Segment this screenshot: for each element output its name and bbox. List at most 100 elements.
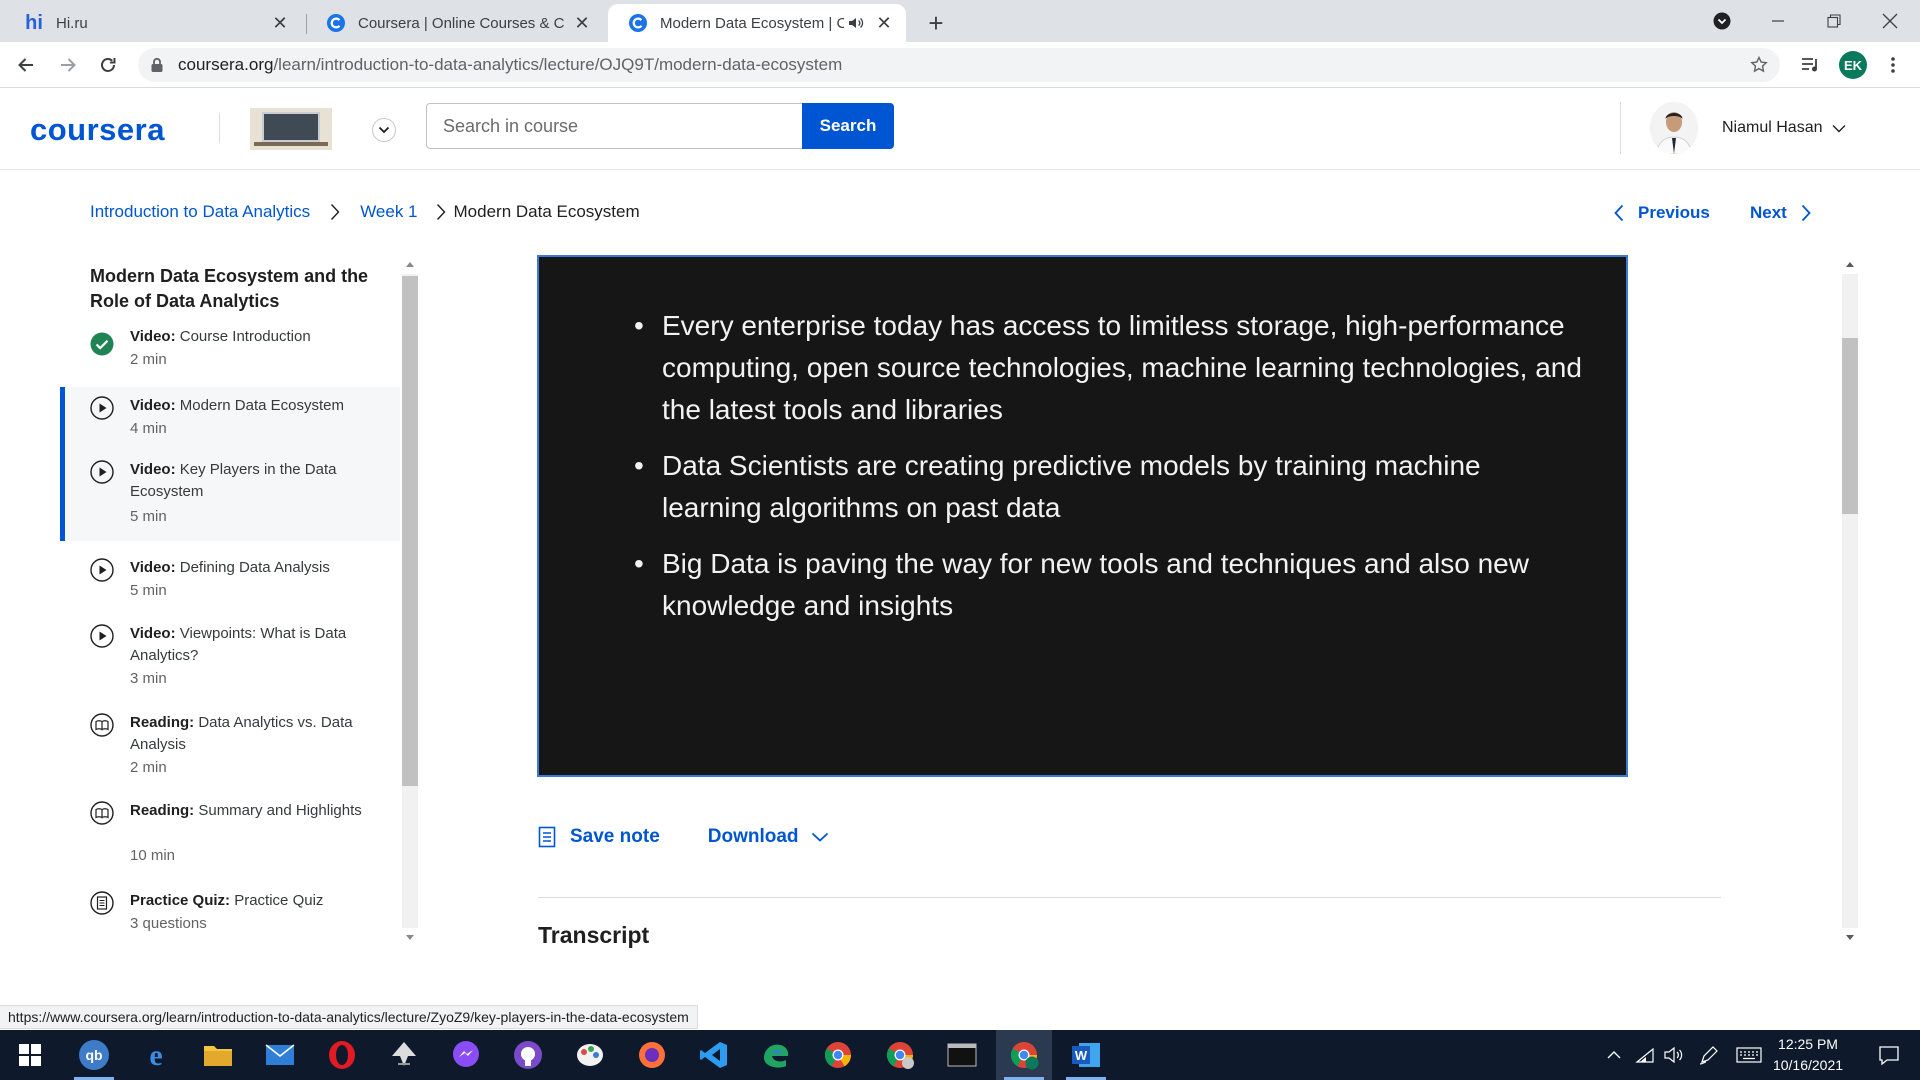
svg-text:e: e <box>149 1040 162 1070</box>
breadcrumb-week-link[interactable]: Week 1 <box>360 202 417 222</box>
profile-avatar: EK <box>1839 51 1867 79</box>
sidebar-item[interactable]: Video: Defining Data Analysis 5 min <box>60 551 400 609</box>
search-button[interactable]: Search <box>802 103 894 149</box>
tab-hi-ru[interactable]: hi Hi.ru ✕ <box>4 4 302 42</box>
profile-button[interactable]: EK <box>1837 49 1869 81</box>
terminal-icon[interactable] <box>934 1030 990 1080</box>
clock-date: 10/16/2021 <box>1772 1057 1844 1073</box>
breadcrumb-course-link[interactable]: Introduction to Data Analytics <box>90 202 310 222</box>
media-controls-icon[interactable] <box>1795 49 1827 81</box>
edge-legacy-icon[interactable] <box>748 1030 804 1080</box>
next-button[interactable]: Next <box>1750 200 1811 226</box>
show-hidden-icons-chevron-icon[interactable] <box>1600 1030 1628 1080</box>
opera-icon[interactable] <box>314 1030 370 1080</box>
inkscape-icon[interactable] <box>376 1030 432 1080</box>
bookmark-star-icon[interactable] <box>1750 56 1768 74</box>
system-clock[interactable]: 12:25 PM 10/16/2021 <box>1756 1034 1860 1076</box>
pen-icon[interactable] <box>1694 1030 1724 1080</box>
sidebar-item-label: Practice Quiz: Practice Quiz <box>130 892 324 909</box>
edge-icon[interactable]: e <box>128 1030 184 1080</box>
main-scrollbar[interactable] <box>1840 256 1860 946</box>
course-search: Search <box>426 103 894 149</box>
chevron-right-icon <box>330 203 340 221</box>
browser-toolbar: coursera.org/learn/introduction-to-data-… <box>0 42 1920 88</box>
search-input[interactable] <box>426 103 802 149</box>
github-icon[interactable] <box>500 1030 556 1080</box>
scrollbar-thumb[interactable] <box>1842 338 1858 514</box>
qb-icon[interactable]: qb <box>66 1030 122 1080</box>
sidebar-item-duration: 5 min <box>130 508 167 525</box>
svg-text:W: W <box>1075 1048 1088 1063</box>
volume-icon[interactable] <box>1660 1030 1690 1080</box>
forward-button[interactable] <box>52 49 84 81</box>
laptop-base <box>254 142 328 146</box>
header-divider <box>1620 102 1621 154</box>
scroll-up-arrow-icon <box>406 262 414 267</box>
new-tab-button[interactable]: + <box>922 9 950 37</box>
audio-playing-icon[interactable] <box>848 16 866 30</box>
address-bar[interactable]: coursera.org/learn/introduction-to-data-… <box>138 48 1780 82</box>
sidebar-item-current[interactable]: Video: Modern Data Ecosystem 4 min <box>60 387 400 453</box>
sidebar-item[interactable]: Practice Quiz: Practice Quiz 3 questions <box>60 884 400 942</box>
download-label: Download <box>707 826 799 847</box>
transcript-heading: Transcript <box>538 922 650 948</box>
sidebar-item[interactable]: Reading: Data Analytics vs. Data Analysi… <box>60 706 400 786</box>
restore-button[interactable] <box>1806 0 1862 42</box>
close-window-button[interactable] <box>1862 0 1918 42</box>
notification-icon[interactable] <box>1866 1030 1912 1080</box>
lecture-actions: Save note Download <box>538 822 829 852</box>
slide-bullet: Data Scientists are creating predictive … <box>634 445 1582 529</box>
coursera-logo[interactable]: coursera <box>30 112 165 148</box>
file-explorer-icon[interactable] <box>190 1030 246 1080</box>
scrollbar-thumb[interactable] <box>402 276 418 786</box>
video-player[interactable]: Every enterprise today has access to lim… <box>537 255 1628 777</box>
sidebar-item[interactable]: Video: Viewpoints: What is Data Analytic… <box>60 617 400 697</box>
sidebar-item-label: Video: Key Players in the Data Ecosystem <box>130 461 337 500</box>
sidebar-item-label: Reading: Summary and Highlights <box>130 802 362 819</box>
sidebar-scrollbar[interactable] <box>400 256 420 946</box>
close-icon[interactable]: ✕ <box>270 13 290 33</box>
sidebar-item[interactable]: Reading: Summary and Highlights 10 min <box>60 794 400 874</box>
url-text[interactable]: coursera.org/learn/introduction-to-data-… <box>178 55 842 75</box>
book-icon <box>90 713 114 737</box>
chrome-2-icon[interactable] <box>872 1030 928 1080</box>
back-button[interactable] <box>10 49 42 81</box>
sidebar-item-duration: 10 min <box>130 847 176 864</box>
chrome-icon[interactable] <box>810 1030 866 1080</box>
save-note-button[interactable]: Save note <box>538 826 660 848</box>
play-circle-icon <box>90 624 114 648</box>
download-button[interactable]: Download <box>708 826 829 848</box>
word-icon[interactable]: W <box>1058 1030 1114 1080</box>
chrome-page-icon <box>628 13 648 33</box>
close-icon[interactable]: ✕ <box>874 13 894 33</box>
course-thumbnail[interactable] <box>250 108 332 150</box>
vscode-icon[interactable] <box>686 1030 742 1080</box>
user-menu[interactable]: Niamul Hasan <box>1650 102 1846 154</box>
reload-button[interactable] <box>92 49 124 81</box>
close-icon[interactable]: ✕ <box>572 13 592 33</box>
previous-button[interactable]: Previous <box>1614 200 1710 226</box>
sidebar-item[interactable]: Video: Course Introduction 2 min <box>60 326 400 392</box>
sidebar-item-duration: 2 min <box>130 759 167 776</box>
tab-modern-data-ecosystem[interactable]: Modern Data Ecosystem | Coursera ✕ <box>608 4 906 42</box>
browser-menu-icon[interactable] <box>1877 49 1909 81</box>
tab-coursera-home[interactable]: Coursera | Online Courses & Credentials … <box>306 4 604 42</box>
lock-icon[interactable] <box>150 57 166 73</box>
book-icon <box>90 801 114 825</box>
messenger-icon[interactable] <box>438 1030 494 1080</box>
chrome-ek-icon[interactable] <box>996 1030 1052 1080</box>
user-name: Niamul Hasan <box>1722 119 1823 136</box>
sidebar-item-hovered[interactable]: Video: Key Players in the Data Ecosystem… <box>60 453 400 541</box>
header-divider <box>219 113 220 143</box>
tab-search-button[interactable] <box>1694 0 1750 42</box>
firefox-icon[interactable] <box>624 1030 680 1080</box>
wifi-icon[interactable] <box>1630 1030 1660 1080</box>
mail-icon[interactable] <box>252 1030 308 1080</box>
chevron-right-icon <box>1801 204 1811 222</box>
start-button[interactable] <box>2 1030 58 1080</box>
tab-title: Modern Data Ecosystem | Coursera <box>660 14 844 32</box>
browser-tab-strip: hi Hi.ru ✕ Coursera | Online Courses & C… <box>0 0 1920 42</box>
course-menu-chevron-icon[interactable] <box>372 118 396 142</box>
minimize-button[interactable] <box>1750 0 1806 42</box>
paint-icon[interactable] <box>562 1030 618 1080</box>
